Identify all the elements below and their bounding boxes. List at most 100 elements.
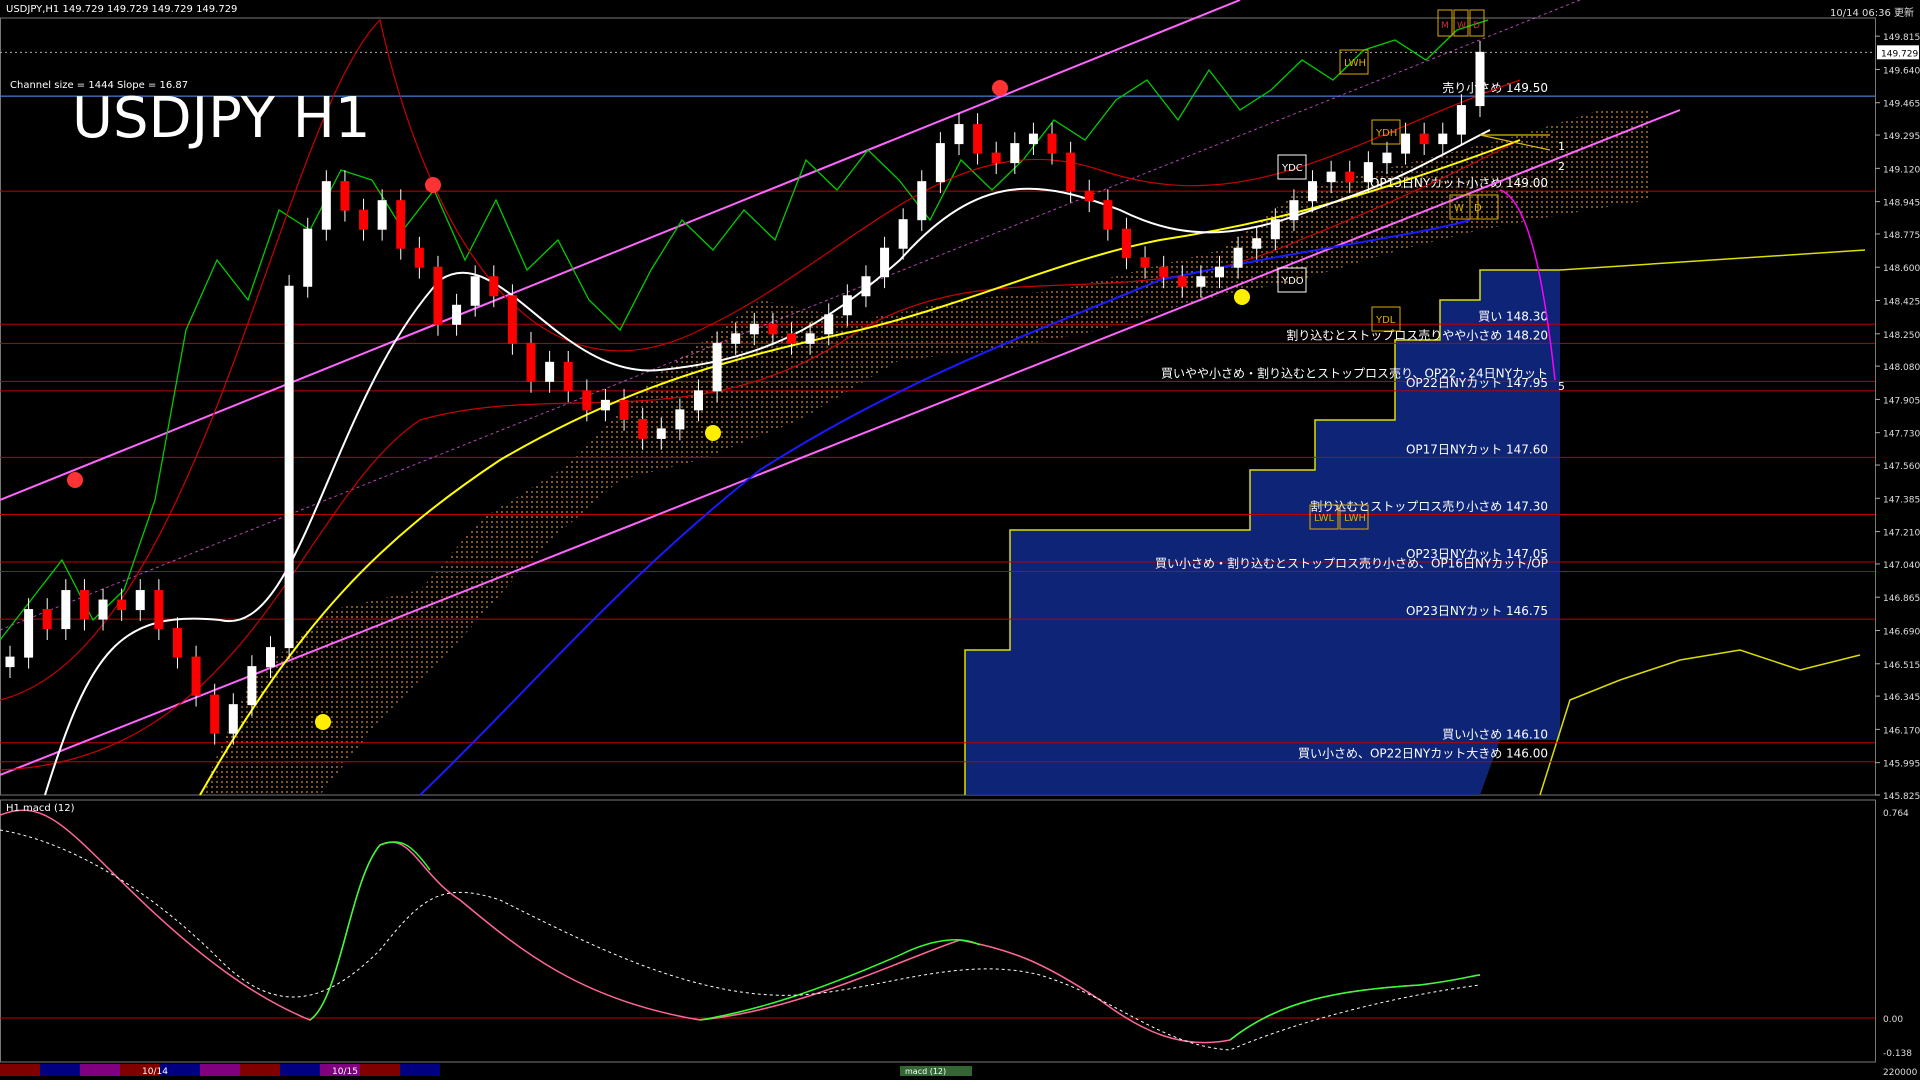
timeline-segment	[80, 1064, 120, 1076]
timeline-segment	[40, 1064, 80, 1076]
candle-body	[545, 361, 555, 382]
candle-body	[321, 181, 331, 230]
timeline-date: 10/14	[142, 1067, 168, 1077]
marker-box-label: W	[1454, 203, 1464, 214]
fractal-marker	[1234, 289, 1250, 305]
candle-body	[414, 247, 424, 268]
marker-box-label: LWL	[1314, 513, 1335, 524]
candle-body	[768, 323, 778, 335]
timeline-date: 10/15	[332, 1067, 358, 1077]
fractal-marker	[425, 177, 441, 193]
macd-pane-frame	[0, 799, 1876, 1063]
candle-body	[619, 399, 629, 420]
candle-body	[1252, 238, 1262, 249]
projection-label: 5	[1558, 380, 1565, 393]
y-tick-label: 148.775	[1883, 231, 1920, 241]
candle-body	[1438, 133, 1448, 145]
level-annotation: 買い小さめ、OP22日NYカット大きめ 146.00	[1298, 747, 1548, 761]
y-tick-label: 149.640	[1883, 66, 1920, 76]
y-tick-label: 147.385	[1883, 495, 1920, 505]
y-tick-label: 145.995	[1883, 760, 1920, 770]
candle-body	[935, 143, 945, 183]
candle-body	[5, 656, 15, 668]
y-tick-label: 146.865	[1883, 594, 1920, 604]
candle-body	[1289, 200, 1299, 221]
marker-box-label: YDC	[1281, 163, 1303, 174]
candle-body	[1363, 162, 1373, 183]
candle-body	[191, 656, 201, 696]
y-tick-label: 148.600	[1883, 264, 1920, 274]
timeline-tag: macd (12)	[905, 1067, 946, 1076]
candle-body	[154, 590, 164, 630]
y-tick-label: 147.905	[1883, 396, 1920, 406]
candle-body	[266, 647, 276, 668]
candle-body	[563, 361, 573, 392]
candle-body	[1419, 133, 1429, 145]
y-tick-label: 147.730	[1883, 430, 1920, 440]
candle-body	[1308, 181, 1318, 202]
macd-rising-segments	[309, 841, 1481, 1041]
fractal-marker	[67, 472, 83, 488]
marker-box-label: LWH	[1344, 58, 1366, 69]
candle-body	[247, 666, 257, 706]
corner-box-label: D	[1473, 21, 1480, 31]
candle-body	[1028, 133, 1038, 145]
candle-body	[452, 304, 462, 325]
candle-body	[79, 590, 89, 620]
candle-body	[1159, 266, 1169, 278]
candle-body	[42, 609, 52, 630]
marker-box-label: YDO	[1281, 276, 1304, 287]
candle-body	[1047, 133, 1057, 154]
fractal-marker	[315, 714, 331, 730]
macd-scale-label: -0.138	[1883, 1049, 1912, 1059]
level-annotation: 割り込むとストップロス売り小さめ 147.30	[1310, 498, 1548, 513]
y-tick-label: 146.690	[1883, 627, 1920, 637]
candle-body	[582, 390, 592, 411]
candle-body	[675, 409, 685, 430]
level-annotation: 売り小さめ 149.50	[1442, 80, 1548, 95]
fractal-marker	[705, 425, 721, 441]
kumo-span-b	[1539, 649, 1861, 796]
candle-body	[898, 219, 908, 249]
candle-body	[1066, 152, 1076, 192]
level-annotation: OP22日NYカット 147.95	[1406, 376, 1548, 390]
y-tick-label: 147.560	[1883, 462, 1920, 472]
level-annotation: 買い 148.30	[1478, 309, 1548, 323]
candle-body	[210, 694, 220, 734]
candle-body	[693, 390, 703, 411]
candle-body	[1103, 200, 1113, 230]
candle-body	[172, 628, 182, 658]
candle-body	[61, 590, 71, 630]
candle-body	[1196, 276, 1206, 287]
candle-body	[228, 704, 238, 734]
current-price-label: 149.729	[1881, 49, 1918, 59]
chart-title: USDJPY H1	[72, 86, 371, 151]
candle-body	[1270, 219, 1280, 240]
y-tick-label: 149.120	[1883, 165, 1920, 175]
candle-body	[600, 399, 610, 411]
candle-body	[973, 124, 983, 154]
y-tick-label: 149.295	[1883, 132, 1920, 142]
candle-body	[98, 599, 108, 620]
y-tick-label: 146.170	[1883, 726, 1920, 736]
candle-body	[1345, 171, 1355, 183]
marker-box-label: D	[1474, 203, 1482, 214]
y-tick-label: 148.080	[1883, 363, 1920, 373]
timeline-segment	[0, 1064, 40, 1076]
candle-body	[135, 590, 145, 611]
candle-body	[787, 333, 797, 344]
macd-signal-line	[0, 829, 1481, 1051]
candle-body	[954, 124, 964, 145]
projection-label: 2	[1558, 160, 1565, 173]
candle-body	[917, 181, 927, 221]
candle-body	[1401, 133, 1411, 154]
candle-body	[1010, 143, 1020, 164]
candle-body	[991, 152, 1001, 164]
candle-body	[340, 181, 350, 211]
y-tick-label: 145.825	[1883, 792, 1920, 802]
marker-box-label: YDL	[1375, 315, 1396, 326]
candle-body	[1121, 228, 1131, 259]
candle-body	[507, 295, 517, 344]
fractal-marker	[992, 80, 1008, 96]
candle-body	[861, 276, 871, 297]
